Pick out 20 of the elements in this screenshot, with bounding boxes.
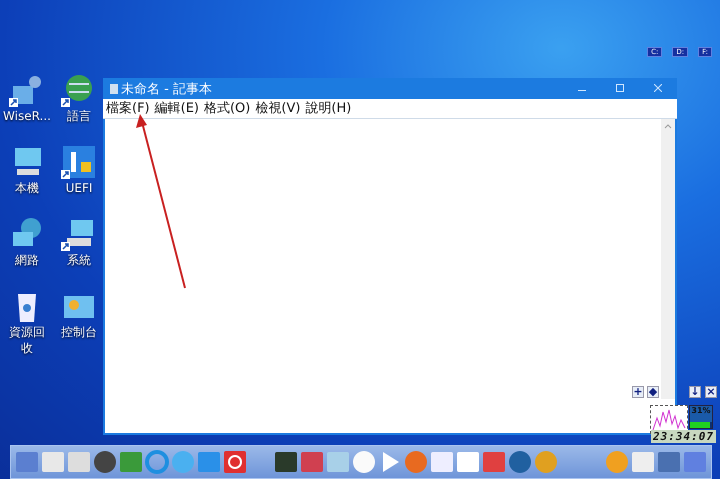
desktop-icon-label[interactable]: 本機	[15, 180, 39, 196]
meter-reading: 31%	[690, 406, 712, 415]
widget-button[interactable]: ◆	[647, 386, 659, 398]
desktop-icon-label[interactable]: 控制台	[61, 324, 97, 340]
desktop-icon-label[interactable]: WiseR...	[3, 108, 51, 124]
widget-button[interactable]: ×	[705, 386, 717, 398]
menu-item[interactable]: 說明(H)	[305, 100, 352, 117]
desktop-icon-label[interactable]: 資源回收	[5, 324, 49, 356]
clock: 23:34:07	[651, 430, 716, 443]
desktop-icon-label[interactable]: UEFI	[66, 180, 92, 196]
menu-item[interactable]: 編輯(E)	[154, 100, 199, 117]
desktop-icon-label[interactable]: 語言	[67, 108, 91, 124]
menu-item[interactable]: 檔案(F)	[106, 100, 150, 117]
menu-item[interactable]: 檢視(V)	[255, 100, 300, 117]
widget-button[interactable]: +	[632, 386, 644, 398]
menu-item[interactable]: 格式(O)	[204, 100, 250, 117]
desktop-icon-label[interactable]: 網路	[15, 252, 39, 268]
desktop-icon-label[interactable]: 系統	[67, 252, 91, 268]
widget-button[interactable]: ↓	[689, 386, 701, 398]
window-title: 未命名 - 記事本	[121, 80, 213, 98]
